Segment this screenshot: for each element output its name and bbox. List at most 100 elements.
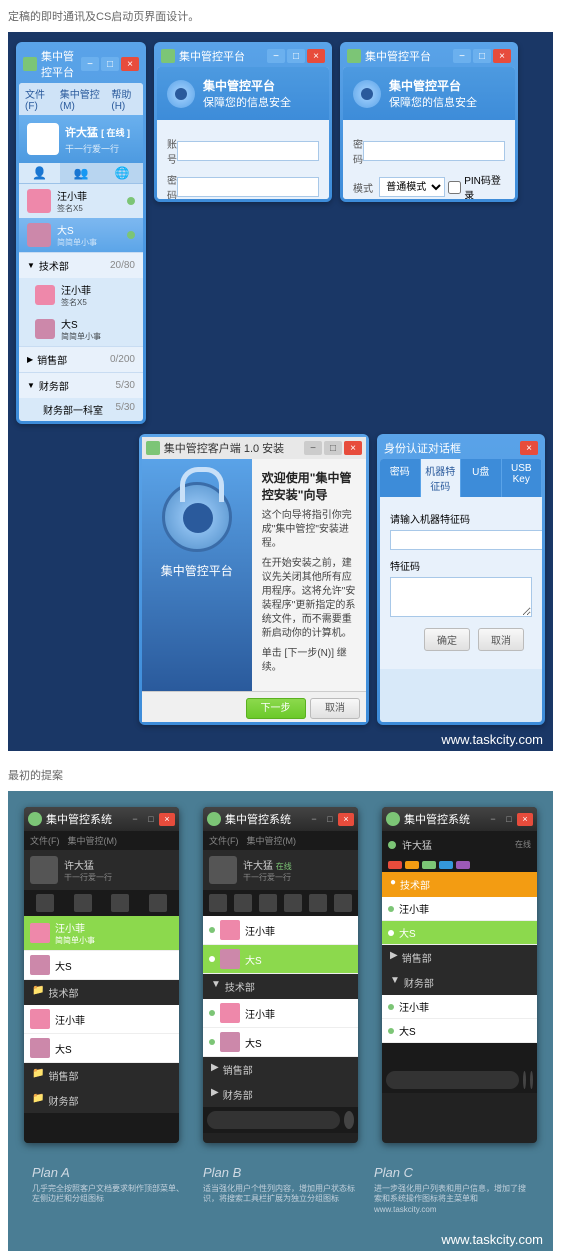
contact-item-selected[interactable]: 大S (382, 921, 537, 945)
auth-tab-machine[interactable]: 机器特征码 (421, 459, 462, 497)
auth-tab-usb[interactable]: U盘 (461, 459, 502, 497)
tab-contacts[interactable]: 👤 (19, 163, 60, 183)
color-swatch[interactable] (422, 861, 436, 869)
color-swatch[interactable] (439, 861, 453, 869)
toolbar-icon[interactable] (74, 894, 92, 912)
contact-item[interactable]: 汪小菲 (382, 897, 537, 921)
contact-item[interactable]: 汪小菲签名X5 (19, 184, 143, 218)
group-tech[interactable]: 📁技术部 (24, 980, 179, 1005)
menu-main[interactable]: 集中管控(M) (247, 834, 297, 847)
mode-select[interactable]: 普通模式 (379, 177, 445, 197)
minimize-button[interactable]: − (127, 813, 143, 826)
group-finance[interactable]: ▼财务部 (382, 970, 537, 995)
maximize-button[interactable]: □ (287, 49, 305, 63)
power-icon[interactable] (530, 1071, 533, 1089)
toolbar-icon[interactable] (284, 894, 302, 912)
group-finance[interactable]: ▶财务部 (203, 1082, 358, 1107)
contact-item[interactable]: 大S简简单小事 (19, 312, 143, 346)
maximize-button[interactable]: □ (101, 57, 119, 71)
close-button[interactable]: × (517, 813, 533, 826)
contact-item-selected[interactable]: 大S简简单小事 (19, 218, 143, 252)
contact-item[interactable]: 汪小菲 (382, 995, 537, 1019)
close-button[interactable]: × (121, 57, 139, 71)
auth-tab-password[interactable]: 密码 (380, 459, 421, 497)
maximize-button[interactable]: □ (322, 813, 338, 826)
menu-file[interactable]: 文件(F) (209, 834, 239, 847)
contact-item[interactable]: 汪小菲签名X5 (19, 278, 143, 312)
contact-item[interactable]: 汪小菲 (24, 1005, 179, 1034)
menu-main[interactable]: 集中管控(M) (60, 86, 102, 112)
maximize-button[interactable]: □ (501, 813, 517, 826)
group-sales[interactable]: ▶ 销售部 0/200 (19, 346, 143, 372)
minimize-button[interactable]: − (453, 49, 471, 63)
toolbar-icon[interactable] (111, 894, 129, 912)
minimize-button[interactable]: − (81, 57, 99, 71)
cancel-button[interactable]: 取消 (310, 698, 360, 719)
search-input[interactable] (386, 1071, 519, 1089)
auth-tab-usbkey[interactable]: USB Key (502, 459, 543, 497)
minimize-button[interactable]: − (485, 813, 501, 826)
password-input[interactable] (177, 177, 319, 197)
group-finance[interactable]: ▼ 财务部 5/30 (19, 372, 143, 398)
group-tech[interactable]: ●技术部 (382, 872, 537, 897)
password-input[interactable] (363, 141, 505, 161)
subgroup-finance[interactable]: 财务部一科室 5/30 (19, 398, 143, 421)
contact-item-selected[interactable]: 汪小菲简简单小事 (24, 916, 179, 951)
maximize-button[interactable]: □ (324, 441, 342, 455)
toolbar-icon[interactable] (259, 894, 277, 912)
contact-item[interactable]: 大S (203, 1028, 358, 1057)
color-swatch[interactable] (388, 861, 402, 869)
tab-recent[interactable]: 🌐 (102, 163, 143, 183)
toolbar-icon[interactable] (36, 894, 54, 912)
group-tech[interactable]: ▼ 技术部 20/80 (19, 252, 143, 278)
group-sales[interactable]: ▶销售部 (203, 1057, 358, 1082)
group-finance[interactable]: 📁财务部 (24, 1088, 179, 1113)
cancel-button[interactable]: 取消 (478, 628, 524, 651)
contact-item-selected[interactable]: 大S (203, 945, 358, 974)
tab-groups[interactable]: 👥 (60, 163, 101, 183)
group-sales[interactable]: 📁销售部 (24, 1063, 179, 1088)
close-button[interactable]: × (307, 49, 325, 63)
contact-item[interactable]: 汪小菲 (203, 916, 358, 945)
minimize-button[interactable]: − (267, 49, 285, 63)
toolbar-icon[interactable] (334, 894, 352, 912)
close-button[interactable]: × (520, 441, 538, 455)
auth-code-textarea[interactable] (390, 577, 532, 617)
menu-file[interactable]: 文件(F) (30, 834, 60, 847)
search-button[interactable] (344, 1111, 354, 1129)
profile-status[interactable]: [ 在线 ] (101, 128, 130, 138)
toolbar-icon[interactable] (149, 894, 167, 912)
group-sales[interactable]: ▶销售部 (382, 945, 537, 970)
avatar[interactable] (27, 123, 59, 155)
toolbar-icon[interactable] (234, 894, 252, 912)
color-swatch[interactable] (405, 861, 419, 869)
toolbar-icon[interactable] (309, 894, 327, 912)
menu-main[interactable]: 集中管控(M) (68, 834, 118, 847)
ok-button[interactable]: 确定 (424, 628, 470, 651)
account-input[interactable] (177, 141, 319, 161)
pin-checkbox[interactable] (448, 181, 461, 194)
avatar[interactable] (30, 856, 58, 884)
settings-icon[interactable] (523, 1071, 526, 1089)
profile-sig[interactable]: 干一行爱一行 (65, 142, 130, 155)
contact-item[interactable]: 大S (24, 951, 179, 980)
close-button[interactable]: × (493, 49, 511, 63)
menu-file[interactable]: 文件(F) (25, 86, 50, 112)
menu-help[interactable]: 帮助(H) (111, 86, 137, 112)
close-button[interactable]: × (159, 813, 175, 826)
contact-item[interactable]: 汪小菲 (203, 999, 358, 1028)
search-input[interactable] (207, 1111, 340, 1129)
avatar[interactable] (209, 856, 237, 884)
auth-code-input[interactable] (390, 530, 542, 550)
maximize-button[interactable]: □ (473, 49, 491, 63)
close-button[interactable]: × (344, 441, 362, 455)
contact-item[interactable]: 大S (24, 1034, 179, 1063)
color-swatch[interactable] (456, 861, 470, 869)
toolbar-icon[interactable] (209, 894, 227, 912)
group-tech[interactable]: ▼技术部 (203, 974, 358, 999)
maximize-button[interactable]: □ (143, 813, 159, 826)
minimize-button[interactable]: − (304, 441, 322, 455)
contact-item[interactable]: 大S (382, 1019, 537, 1043)
minimize-button[interactable]: − (306, 813, 322, 826)
next-button[interactable]: 下一步 (246, 698, 306, 719)
